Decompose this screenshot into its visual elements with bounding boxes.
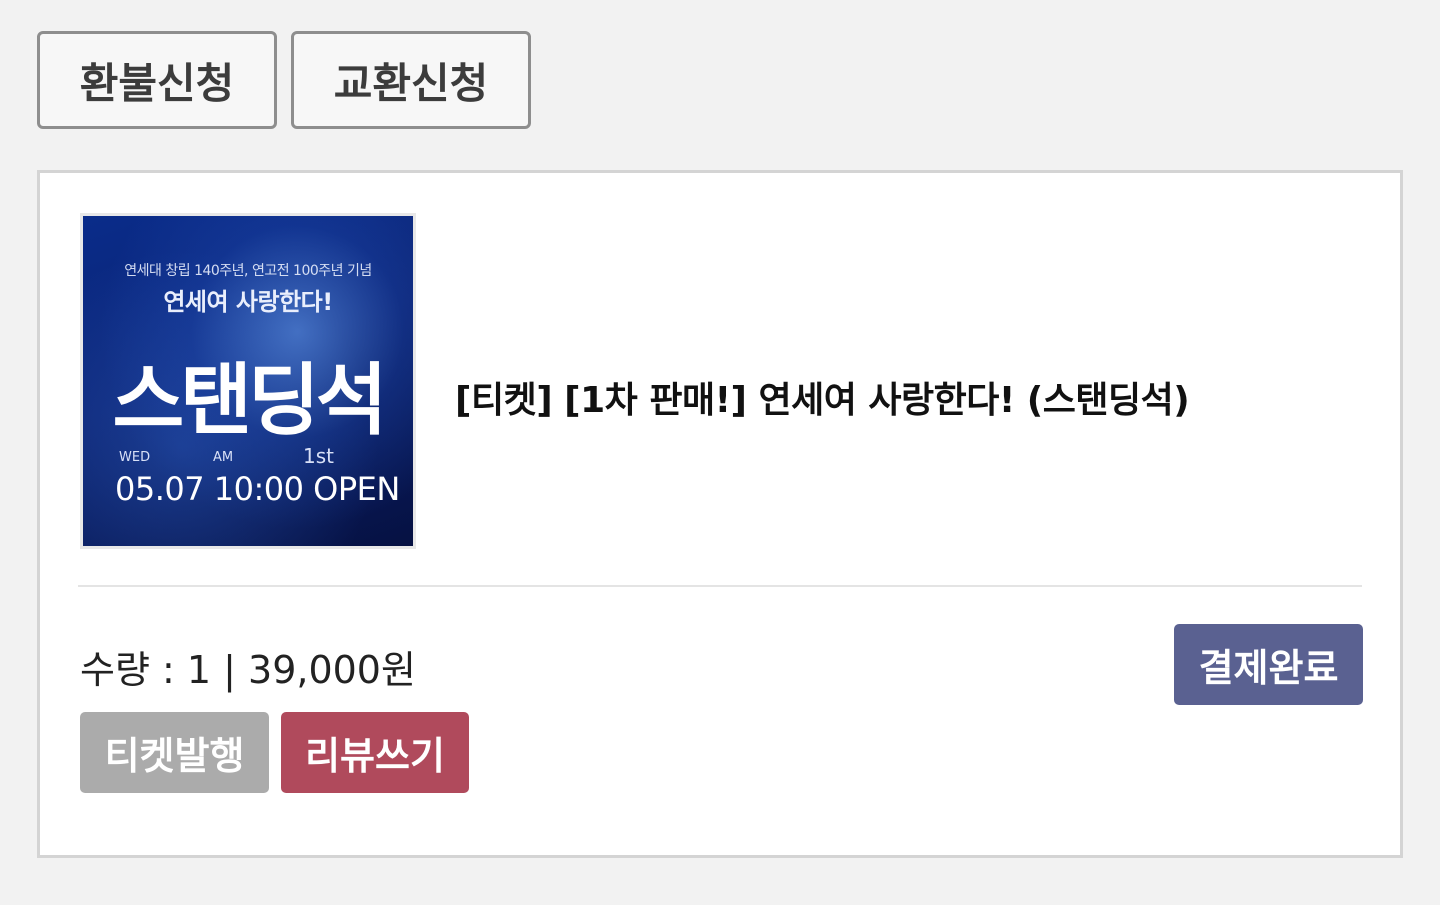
- product-thumbnail[interactable]: 연세대 창립 140주년, 연고전 100주년 기념 연세여 사랑한다! 스탠딩…: [80, 213, 416, 549]
- exchange-request-button[interactable]: 교환신청: [291, 31, 531, 129]
- write-review-button[interactable]: 리뷰쓰기: [281, 712, 469, 793]
- poster-open-time: 05.07 10:00 OPEN: [115, 470, 400, 508]
- divider: [78, 585, 1362, 587]
- poster-headline: 연세여 사랑한다!: [163, 288, 333, 316]
- product-title[interactable]: [티켓] [1차 판매!] 연세여 사랑한다! (스탠딩석): [455, 371, 1190, 423]
- order-action-bar: 환불신청 교환신청: [37, 31, 531, 129]
- poster-subtitle: 연세대 창립 140주년, 연고전 100주년 기념: [124, 263, 372, 279]
- poster-ampm: AM: [213, 450, 234, 465]
- issue-ticket-button[interactable]: 티켓발행: [80, 712, 269, 793]
- poster-round: 1st: [303, 444, 334, 468]
- order-item-card: 연세대 창립 140주년, 연고전 100주년 기념 연세여 사랑한다! 스탠딩…: [37, 170, 1403, 858]
- refund-request-button[interactable]: 환불신청: [37, 31, 277, 129]
- quantity-price: 수량 : 1 | 39,000원: [80, 648, 416, 692]
- poster-big-text: 스탠딩석: [112, 356, 387, 446]
- item-action-buttons: 티켓발행 리뷰쓰기: [80, 712, 469, 793]
- payment-status-badge: 결제완료: [1174, 624, 1363, 705]
- poster-day: WED: [119, 450, 151, 465]
